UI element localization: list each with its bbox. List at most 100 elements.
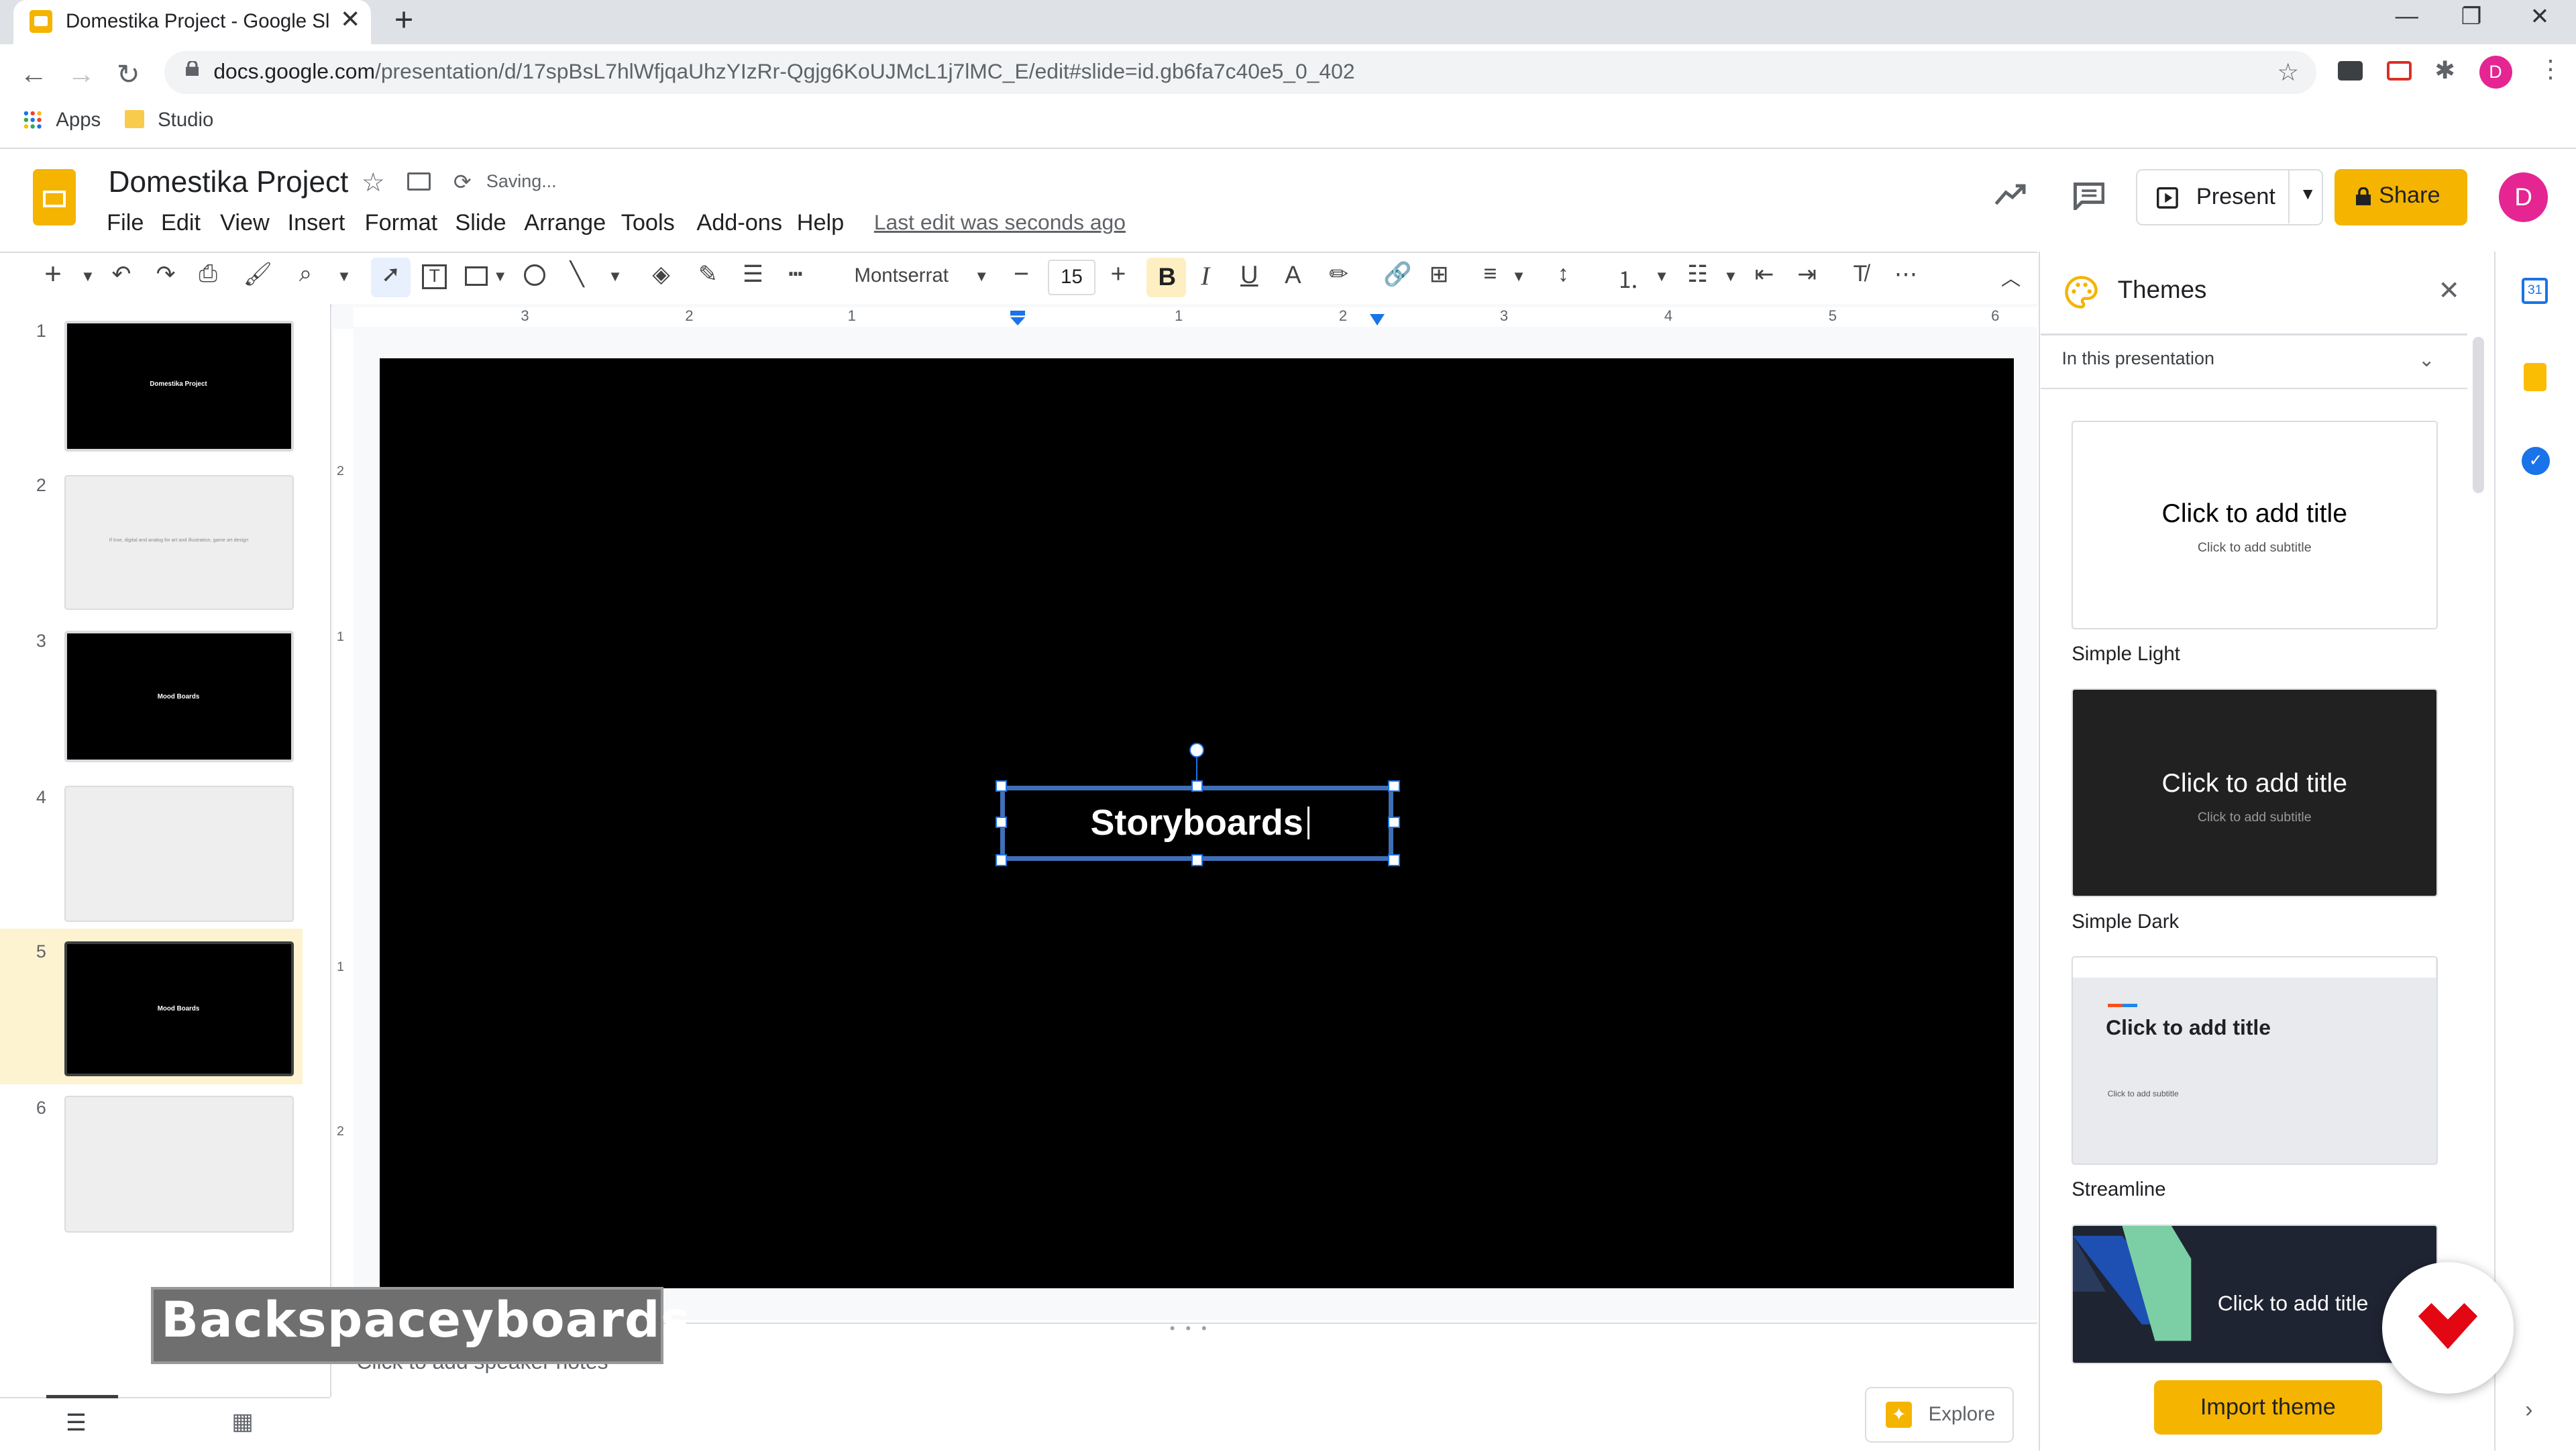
bookmark-studio[interactable]: Studio [158, 109, 213, 132]
activity-trend-icon[interactable] [1994, 183, 2027, 205]
menu-file[interactable]: File [107, 210, 144, 236]
image-icon[interactable] [465, 266, 488, 287]
forward-icon[interactable]: → [67, 58, 95, 90]
filmstrip-view-icon[interactable]: ☰ [66, 1410, 87, 1437]
resize-handle-se[interactable] [1388, 854, 1400, 866]
slide-thumbnail-4[interactable] [64, 785, 294, 922]
last-edit-link[interactable]: Last edit was seconds ago [874, 210, 1126, 235]
window-close-icon[interactable]: ✕ [2530, 3, 2549, 30]
numbered-list-icon[interactable]: ⒈ [1617, 261, 1640, 295]
line-icon[interactable]: ╲ [570, 261, 584, 288]
menu-help[interactable]: Help [797, 210, 844, 236]
browser-tab[interactable]: Domestika Project - Google Slides ✕ [13, 0, 372, 45]
border-color-icon[interactable]: ✎ [698, 261, 718, 288]
align-dropdown-icon[interactable]: ▼ [1511, 268, 1526, 285]
resize-handle-sw[interactable] [996, 854, 1008, 866]
resize-handle-n[interactable] [1191, 780, 1203, 792]
slide-thumbnail-2[interactable]: If true, digital and analog for art and … [64, 474, 294, 610]
font-dropdown-icon[interactable]: ▼ [974, 268, 989, 285]
decrease-indent-icon[interactable]: ⇤ [1755, 261, 1774, 288]
numbered-list-dropdown-icon[interactable]: ▼ [1654, 268, 1669, 285]
select-tool-icon[interactable]: ➚ [381, 261, 400, 288]
themes-section-select[interactable]: In this presentation [2061, 348, 2214, 369]
zoom-icon[interactable]: ⌕ [299, 261, 312, 287]
underline-icon[interactable]: U [1240, 261, 1258, 289]
expand-panel-icon[interactable]: › [2525, 1397, 2532, 1423]
extension-icon[interactable] [2337, 60, 2363, 81]
resize-handle-ne[interactable] [1388, 780, 1400, 792]
left-indent-marker[interactable] [1010, 310, 1026, 325]
present-button[interactable]: Present ▼ [2135, 169, 2323, 225]
italic-icon[interactable]: I [1201, 261, 1210, 291]
text-box-icon[interactable]: T [422, 264, 447, 290]
undo-icon[interactable]: ↶ [112, 261, 131, 288]
menu-format[interactable]: Format [365, 210, 438, 236]
move-folder-icon[interactable] [407, 172, 431, 191]
bulleted-list-dropdown-icon[interactable]: ▼ [1723, 268, 1738, 285]
themes-scrollbar[interactable] [2472, 337, 2484, 493]
font-size-input[interactable]: 15 [1048, 259, 1095, 295]
collapse-toolbar-icon[interactable]: ︿ [2001, 263, 2021, 291]
increase-indent-icon[interactable]: ⇥ [1797, 261, 1817, 288]
menu-arrange[interactable]: Arrange [524, 210, 606, 236]
slides-logo-icon[interactable] [32, 169, 76, 225]
bookmark-star-icon[interactable]: ☆ [2277, 58, 2299, 87]
print-icon[interactable]: ⎙ [199, 261, 217, 287]
notes-resize-handle[interactable]: • • • [1170, 1320, 1210, 1337]
theme-card-simple-light[interactable]: Click to add title Click to add subtitle [2072, 420, 2438, 629]
reload-icon[interactable]: ↻ [117, 58, 140, 91]
resize-handle-s[interactable] [1191, 854, 1203, 866]
menu-slide[interactable]: Slide [455, 210, 506, 236]
theme-card-focus[interactable]: Click to add title [2072, 1224, 2438, 1364]
slide-title-text[interactable]: Storyboards [1000, 802, 1393, 843]
theme-card-streamline[interactable]: Click to add title Click to add subtitle [2072, 956, 2438, 1165]
more-icon[interactable]: ⋯ [1894, 261, 1917, 288]
theme-card-simple-dark[interactable]: Click to add title Click to add subtitle [2072, 688, 2438, 898]
import-theme-button[interactable]: Import theme [2153, 1380, 2383, 1435]
font-family-select[interactable]: Montserrat [854, 264, 948, 287]
new-slide-icon[interactable]: + [44, 258, 62, 291]
minimize-icon[interactable]: — [2396, 3, 2418, 30]
new-tab-icon[interactable]: + [394, 1, 414, 39]
redo-icon[interactable]: ↷ [156, 261, 176, 288]
url-text[interactable]: docs.google.com/presentation/d/17spBsL7h… [213, 59, 1354, 84]
present-dropdown-icon[interactable]: ▼ [2300, 185, 2316, 204]
clear-formatting-icon[interactable]: T̸ [1853, 261, 1867, 287]
resize-handle-nw[interactable] [996, 780, 1008, 792]
line-dropdown-icon[interactable]: ▼ [608, 268, 623, 285]
bulleted-list-icon[interactable]: ☷ [1687, 261, 1708, 288]
tasks-icon[interactable]: ✓ [2522, 447, 2550, 475]
menu-tools[interactable]: Tools [621, 210, 675, 236]
account-avatar[interactable]: D [2498, 172, 2548, 222]
explore-button[interactable]: ✦ Explore [1864, 1386, 2015, 1443]
decrease-font-icon[interactable]: − [1014, 260, 1029, 289]
align-icon[interactable]: ≡ [1483, 261, 1497, 287]
shape-icon[interactable] [524, 264, 546, 287]
puzzle-icon[interactable]: ✱ [2434, 56, 2455, 85]
slide-thumbnail-1[interactable]: Domestika Project [64, 320, 294, 452]
close-tab-icon[interactable]: ✕ [340, 5, 361, 34]
link-icon[interactable]: 🔗 [1383, 261, 1412, 288]
fill-color-icon[interactable]: ◈ [652, 261, 669, 288]
bookmark-apps[interactable]: Apps [56, 109, 101, 132]
add-comment-icon[interactable]: ⊞ [1430, 261, 1449, 288]
border-weight-icon[interactable]: ☰ [743, 261, 763, 288]
slide-thumbnail-5[interactable]: Mood Boards [64, 941, 294, 1077]
comments-icon[interactable] [2073, 182, 2105, 211]
close-themes-icon[interactable]: ✕ [2438, 276, 2460, 306]
share-button[interactable]: Share [2334, 169, 2468, 225]
slide-thumbnail-6[interactable] [64, 1096, 294, 1233]
keep-icon[interactable] [2523, 363, 2546, 391]
cast-extension-icon[interactable] [2387, 60, 2412, 81]
border-dash-icon[interactable]: ┅ [789, 261, 803, 288]
menu-addons[interactable]: Add-ons [696, 210, 782, 236]
calendar-icon[interactable]: 31 [2522, 277, 2548, 305]
zoom-dropdown-icon[interactable]: ▼ [337, 268, 352, 285]
highlight-icon[interactable]: ✏ [1329, 261, 1348, 288]
menu-insert[interactable]: Insert [288, 210, 345, 236]
text-color-icon[interactable]: A [1285, 261, 1301, 289]
new-slide-dropdown-icon[interactable]: ▼ [80, 268, 95, 285]
grid-view-icon[interactable]: ▦ [231, 1408, 253, 1435]
bold-button[interactable]: B [1146, 258, 1187, 298]
slide-thumbnail-3[interactable]: Mood Boards [64, 631, 294, 763]
